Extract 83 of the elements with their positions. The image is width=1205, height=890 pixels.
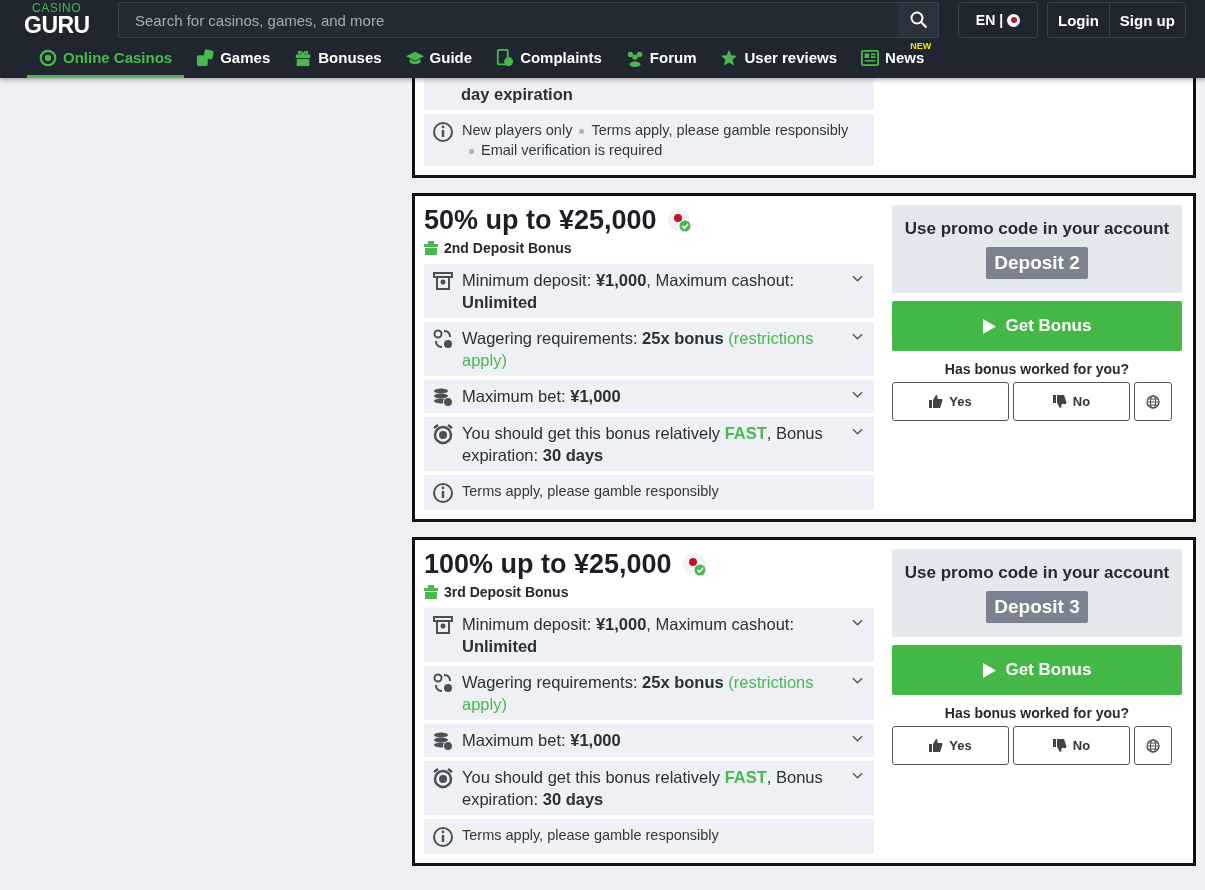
coin-stack-icon xyxy=(432,730,454,752)
no-button[interactable]: No xyxy=(1013,726,1130,765)
thumbs-down-icon xyxy=(1052,395,1067,408)
new-label: NEW xyxy=(910,42,932,51)
bonus-detail-text: Minimum deposit: ¥1,000, Maximum cashout: Unlimited xyxy=(462,614,795,657)
bonus-detail-text: Wagering requirements: 25x bonus (restrictions apply) xyxy=(462,328,815,371)
bonus-type: 3rd Deposit Bonus xyxy=(444,584,569,600)
logo[interactable]: CASINO GURU xyxy=(20,3,116,37)
nav-tab[interactable]: Forum xyxy=(613,40,709,78)
promo-code: Deposit 3 xyxy=(986,591,1088,623)
terms-text: New players only Terms apply, please gamble responsibly Email verification is required xyxy=(462,121,850,160)
bonus-detail-row: day expiration xyxy=(424,78,874,110)
nav-tab[interactable]: Guide xyxy=(393,40,485,78)
play-icon xyxy=(982,662,996,678)
promo-code-label: Use promo code in your account xyxy=(904,563,1170,583)
bonus-detail-row[interactable]: Wagering requirements: 25x bonus (restrictions apply) xyxy=(424,666,874,720)
terms-text: Terms apply, please gamble responsibly xyxy=(462,482,720,501)
nav-tab[interactable]: User reviews xyxy=(708,40,850,78)
flag-verified-icon xyxy=(666,207,693,234)
terms-text: Terms apply, please gamble responsibly xyxy=(462,826,720,845)
no-button[interactable]: No xyxy=(1013,382,1130,421)
nav-tab[interactable]: News NEW xyxy=(849,40,933,78)
chevron-down-icon[interactable] xyxy=(852,677,863,685)
gift-icon xyxy=(294,48,313,67)
nav-tab[interactable]: Online Casinos xyxy=(27,40,185,78)
stopwatch-icon xyxy=(432,767,454,789)
language-button[interactable]: EN | xyxy=(958,2,1038,38)
gift-icon xyxy=(424,241,438,255)
bonus-detail-text: You should get this bonus relatively FAST, Bonus expiration: 30 days xyxy=(462,767,824,810)
info-icon xyxy=(432,826,454,848)
coin-stack-icon xyxy=(432,386,454,408)
exchange-coin-icon xyxy=(432,328,454,350)
chevron-down-icon[interactable] xyxy=(852,333,863,341)
globe-icon xyxy=(1146,394,1160,409)
chevron-down-icon[interactable] xyxy=(852,772,863,780)
thumbs-up-icon xyxy=(929,395,944,408)
bonus-detail-text: Wagering requirements: 25x bonus (restrictions apply) xyxy=(462,672,815,715)
bonus-detail-row[interactable]: Minimum deposit: ¥1,000, Maximum cashout: Unlimited xyxy=(424,264,874,318)
chevron-down-icon[interactable] xyxy=(852,391,863,399)
stopwatch-icon xyxy=(432,423,454,445)
yes-button[interactable]: Yes xyxy=(892,726,1009,765)
bonus-detail-row[interactable]: Wagering requirements: 25x bonus (restrictions apply) xyxy=(424,322,874,376)
info-icon xyxy=(432,121,454,143)
bonus-detail-text: Maximum bet: ¥1,000 xyxy=(462,730,622,751)
feedback-question: Has bonus worked for you? xyxy=(943,361,1131,377)
bonus-title: 100% up to ¥25,000 xyxy=(424,549,672,580)
signup-button[interactable]: Sign up xyxy=(1108,3,1185,37)
chevron-down-icon[interactable] xyxy=(852,735,863,743)
bonus-detail-text: You should get this bonus relatively FAST, Bonus expiration: 30 days xyxy=(462,423,824,466)
cash-machine-icon xyxy=(432,270,454,292)
bonus-detail-row[interactable]: You should get this bonus relatively FAST, Bonus expiration: 30 days xyxy=(424,761,874,815)
promo-code: Deposit 2 xyxy=(986,247,1088,279)
bonus-detail-row[interactable]: Maximum bet: ¥1,000 xyxy=(424,724,874,757)
thumbs-down-icon xyxy=(1052,739,1067,752)
play-icon xyxy=(982,318,996,334)
thumbs-up-icon xyxy=(929,739,944,752)
nav-tab[interactable]: Bonuses xyxy=(282,40,394,78)
bonus-detail-row[interactable]: You should get this bonus relatively FAST, Bonus expiration: 30 days xyxy=(424,417,874,471)
chevron-down-icon[interactable] xyxy=(852,275,863,283)
chevron-down-icon[interactable] xyxy=(852,428,863,436)
bonus-detail-text: Minimum deposit: ¥1,000, Maximum cashout: Unlimited xyxy=(462,270,795,313)
bonus-title: 50% up to ¥25,000 xyxy=(424,205,657,236)
exchange-coin-icon xyxy=(432,672,454,694)
feedback-question: Has bonus worked for you? xyxy=(943,705,1131,721)
chevron-down-icon[interactable] xyxy=(852,619,863,627)
cash-machine-icon xyxy=(432,614,454,636)
yes-button[interactable]: Yes xyxy=(892,382,1009,421)
globe-button[interactable] xyxy=(1134,726,1172,765)
bonus-detail-text: Maximum bet: ¥1,000 xyxy=(462,386,622,407)
bonus-detail-row[interactable]: Maximum bet: ¥1,000 xyxy=(424,380,874,413)
bonus-type: 2nd Deposit Bonus xyxy=(444,240,572,256)
flag-verified-icon xyxy=(681,551,708,578)
globe-icon xyxy=(1146,738,1160,753)
globe-button[interactable] xyxy=(1134,382,1172,421)
info-icon xyxy=(432,482,454,504)
star-icon xyxy=(720,48,739,67)
gift-icon xyxy=(424,585,438,599)
nav-tab[interactable]: Complaints xyxy=(484,40,614,78)
promo-code-label: Use promo code in your account xyxy=(904,219,1170,239)
bonus-detail-row[interactable]: Minimum deposit: ¥1,000, Maximum cashout: Unlimited xyxy=(424,608,874,662)
newspaper-icon xyxy=(861,48,880,67)
chip-icon xyxy=(39,48,57,67)
nav-tab[interactable]: Games xyxy=(184,40,283,78)
